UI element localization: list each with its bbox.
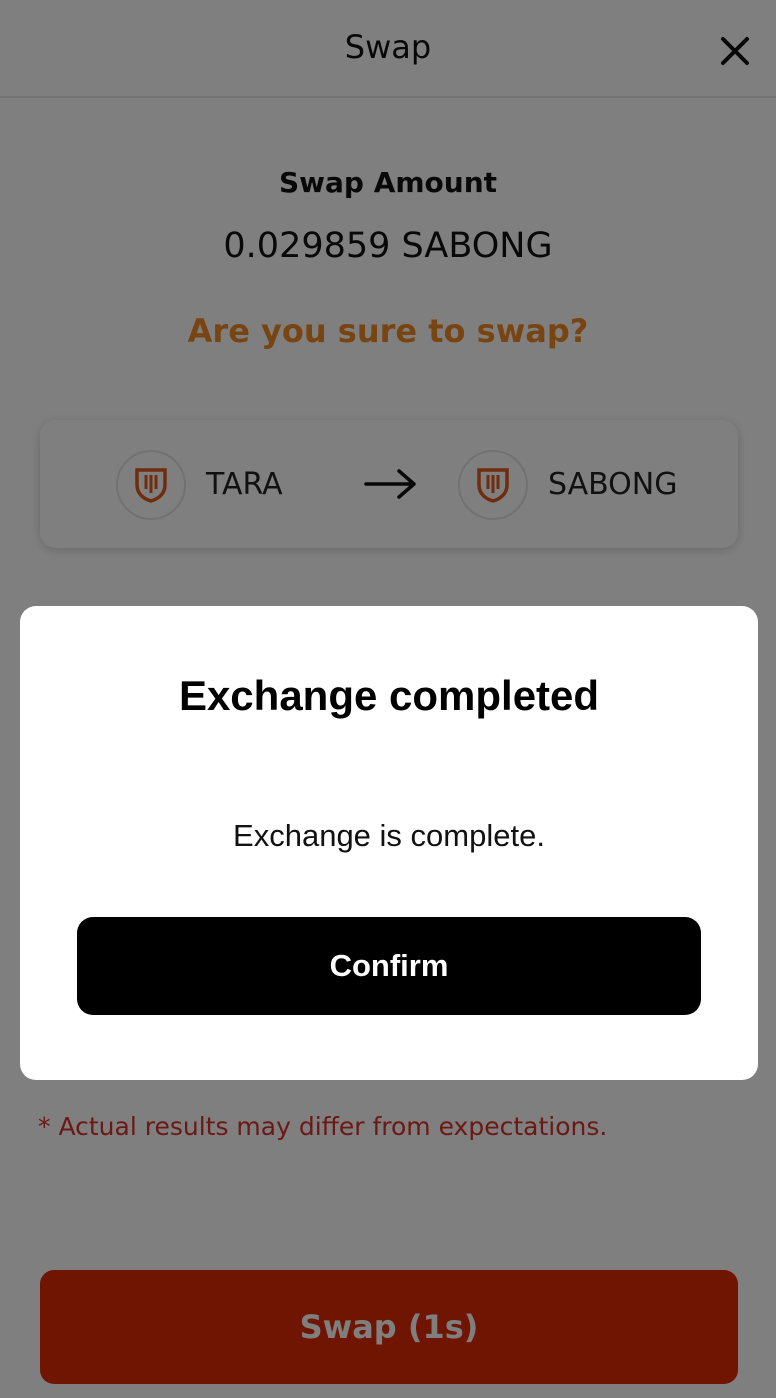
confirm-button[interactable]: Confirm xyxy=(77,917,701,1015)
exchange-completed-dialog: Exchange completed Exchange is complete.… xyxy=(20,606,758,1080)
dialog-title: Exchange completed xyxy=(178,672,600,719)
dialog-message: Exchange is complete. xyxy=(233,818,545,853)
